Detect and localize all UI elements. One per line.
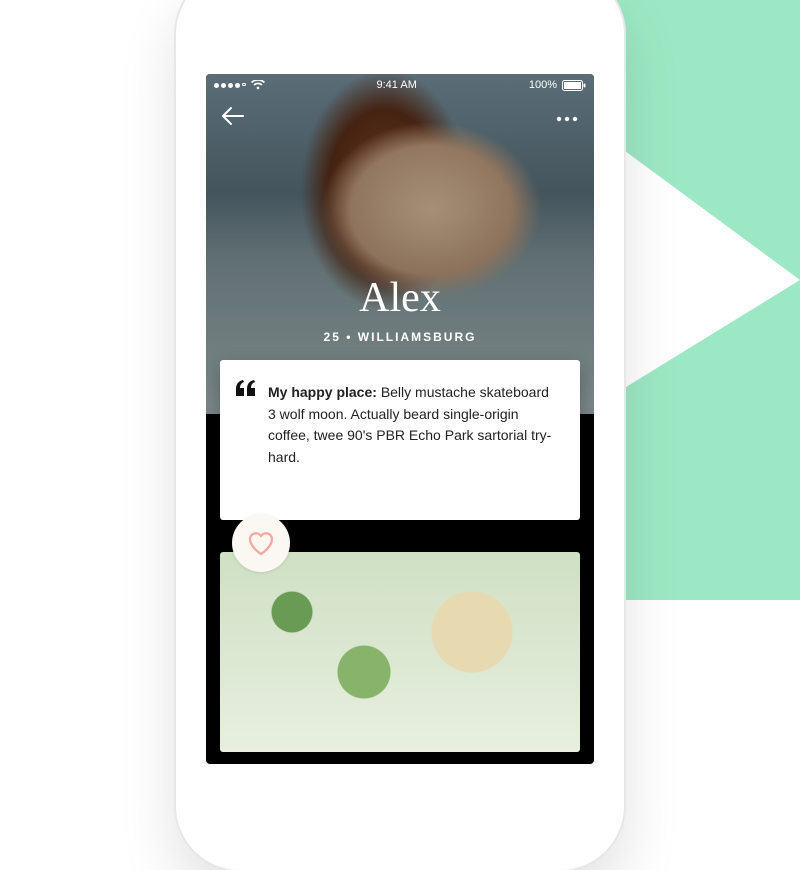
status-bar: 9:41 AM 100% [206,74,594,96]
battery-percent: 100% [529,79,557,91]
arrow-left-icon [222,107,244,125]
secondary-photo[interactable] [220,552,580,752]
signal-dots-icon [214,83,246,88]
battery-icon [562,80,586,91]
prompt-card[interactable]: My happy place: Belly mustache skateboar… [220,360,580,520]
more-button[interactable] [556,109,578,127]
phone-frame: 9:41 AM 100% Alex 25 • WILLIAMSBURG [176,0,624,870]
quote-icon [236,380,256,401]
screen: 9:41 AM 100% Alex 25 • WILLIAMSBURG [206,74,594,764]
nav-bar [206,100,594,136]
prompt-label: My happy place: [268,384,377,400]
wifi-icon [251,80,265,90]
more-icon [556,116,578,122]
status-time: 9:41 AM [377,79,417,91]
like-button[interactable] [232,514,290,572]
back-button[interactable] [222,107,244,130]
profile-meta: 25 • WILLIAMSBURG [206,330,594,344]
profile-name: Alex [206,274,594,322]
prompt-text: My happy place: Belly mustache skateboar… [268,382,558,469]
profile-age: 25 [324,330,341,344]
profile-location: WILLIAMSBURG [358,330,477,344]
heart-icon [247,530,275,556]
meta-separator: • [346,330,352,344]
